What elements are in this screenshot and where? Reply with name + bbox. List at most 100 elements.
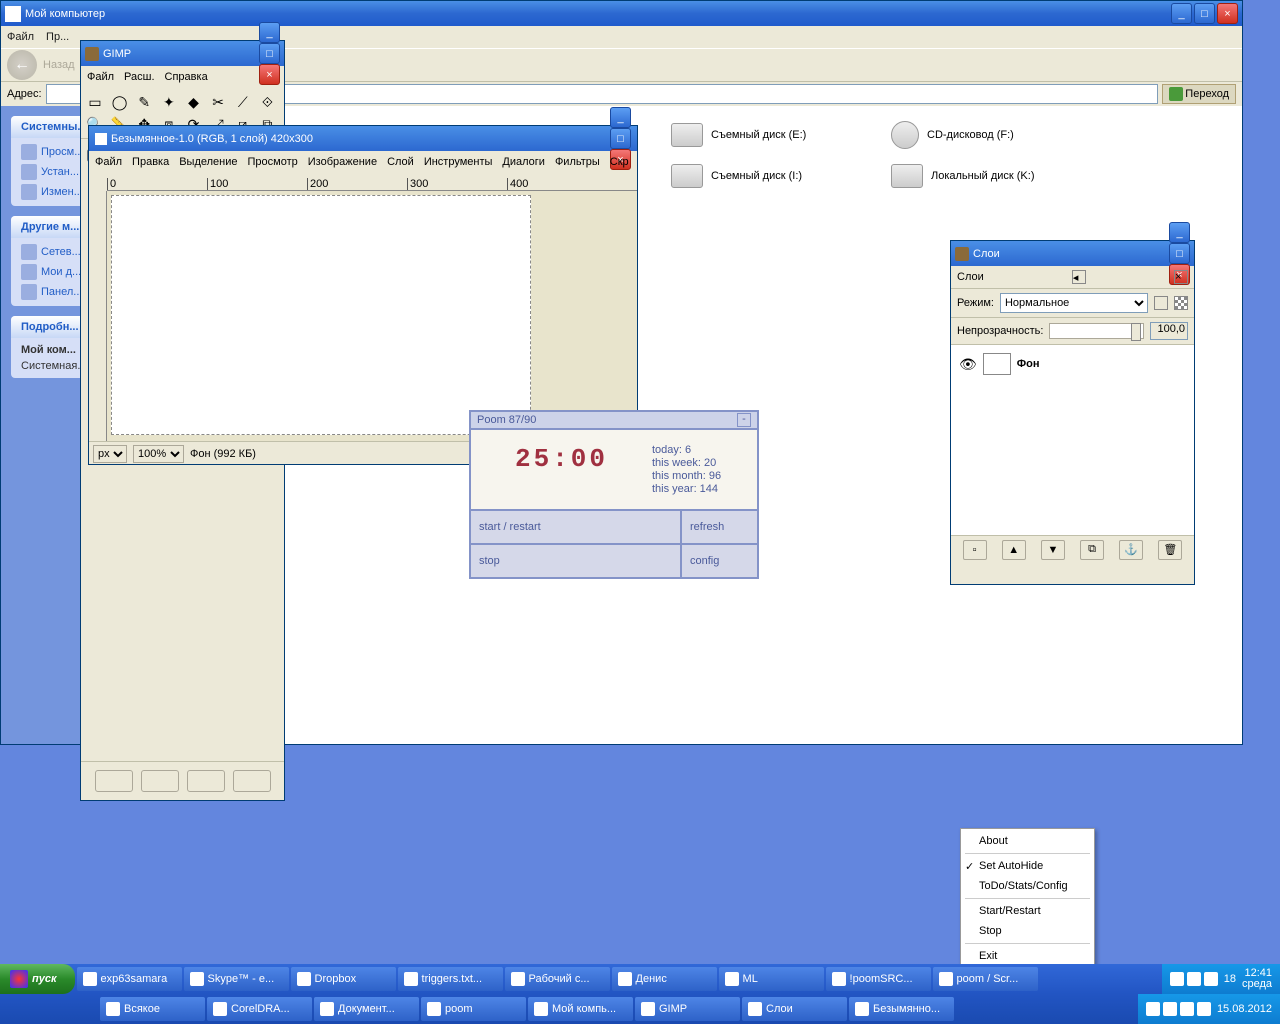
menu-script[interactable]: Скр [610, 156, 629, 168]
tray-icons[interactable] [1170, 972, 1218, 986]
menu-icon[interactable]: ◂ [1072, 270, 1086, 284]
back-button[interactable]: ← [7, 50, 37, 80]
blend-mode-select[interactable]: Нормальное [1000, 293, 1148, 313]
task-btn[interactable]: poom / Scr... [933, 967, 1038, 991]
lock-alpha-icon[interactable] [1154, 296, 1168, 310]
canvas-content[interactable] [111, 195, 531, 435]
task-btn[interactable]: Dropbox [291, 967, 396, 991]
task-btn[interactable]: GIMP [635, 997, 740, 1021]
task-btn[interactable]: Всякое [100, 997, 205, 1021]
duplicate-layer-icon[interactable]: ⧉ [1080, 540, 1104, 560]
minimize-button[interactable]: _ [259, 22, 280, 43]
lasso-icon[interactable]: ✎ [133, 91, 155, 113]
maximize-button[interactable]: □ [1194, 3, 1215, 24]
task-btn[interactable]: triggers.txt... [398, 967, 503, 991]
poom-titlebar[interactable]: Poom 87/90 - [471, 412, 757, 430]
config-button[interactable]: config [682, 545, 757, 577]
transparency-icon[interactable] [1174, 296, 1188, 310]
new-layer-icon[interactable]: ▫ [963, 540, 987, 560]
drive-item[interactable]: Съемный диск (I:) [671, 164, 871, 188]
tray-icons[interactable] [1146, 1002, 1211, 1016]
ellipse-select-icon[interactable]: ◯ [109, 91, 131, 113]
close-button[interactable]: × [259, 64, 280, 85]
menu-select[interactable]: Выделение [179, 156, 237, 168]
refresh-button[interactable]: refresh [682, 511, 757, 545]
foot-btn-3[interactable] [187, 770, 225, 792]
close-panel-icon[interactable]: × [1174, 270, 1188, 284]
menu-filters[interactable]: Фильтры [555, 156, 600, 168]
task-btn[interactable]: exp63samara [77, 967, 182, 991]
ctx-start-restart[interactable]: Start/Restart [961, 901, 1094, 921]
tray-icon[interactable] [1197, 1002, 1211, 1016]
gimp-titlebar[interactable]: GIMP _ □ × [81, 41, 284, 66]
start-button[interactable]: пуск [0, 964, 75, 994]
tray-icon[interactable] [1146, 1002, 1160, 1016]
minimize-icon[interactable]: - [737, 413, 751, 427]
magic-wand-icon[interactable]: ✦ [158, 91, 180, 113]
slider-thumb[interactable] [1131, 323, 1141, 341]
delete-layer-icon[interactable]: 🗑 [1158, 540, 1182, 560]
menu-more[interactable]: Пр... [46, 31, 69, 43]
foot-btn-2[interactable] [141, 770, 179, 792]
ctx-stop[interactable]: Stop [961, 921, 1094, 941]
opacity-slider[interactable] [1049, 323, 1144, 339]
tray-icon[interactable] [1163, 1002, 1177, 1016]
tray-icon[interactable] [1204, 972, 1218, 986]
canvas-area[interactable] [107, 191, 637, 441]
go-button[interactable]: Переход [1162, 84, 1236, 104]
foot-btn-1[interactable] [95, 770, 133, 792]
maximize-button[interactable]: □ [1169, 243, 1190, 264]
task-btn[interactable]: Безымянно... [849, 997, 954, 1021]
drive-item[interactable]: CD-дисковод (F:) [891, 121, 1091, 149]
task-btn[interactable]: Рабочий с... [505, 967, 610, 991]
minimize-button[interactable]: _ [610, 107, 631, 128]
menu-layer[interactable]: Слой [387, 156, 414, 168]
unit-select[interactable]: px [93, 445, 127, 463]
opacity-value[interactable]: 100,0 [1150, 322, 1188, 340]
scissors-icon[interactable]: ✂ [207, 91, 229, 113]
menu-view[interactable]: Просмотр [248, 156, 298, 168]
maximize-button[interactable]: □ [610, 128, 631, 149]
picker-icon[interactable]: ⟐ [256, 91, 278, 113]
task-btn[interactable]: Документ... [314, 997, 419, 1021]
drive-item[interactable]: Съемный диск (E:) [671, 121, 871, 149]
task-btn[interactable]: poom [421, 997, 526, 1021]
zoom-select[interactable]: 100% [133, 445, 184, 463]
ctx-about[interactable]: About [961, 831, 1094, 851]
visibility-icon[interactable]: 👁 [959, 356, 977, 373]
stop-button[interactable]: stop [471, 545, 682, 577]
task-btn[interactable]: CorelDRA... [207, 997, 312, 1021]
ctx-exit[interactable]: Exit [961, 946, 1094, 966]
tray-icon[interactable] [1187, 972, 1201, 986]
menu-edit[interactable]: Правка [132, 156, 169, 168]
lower-layer-icon[interactable]: ▼ [1041, 540, 1065, 560]
menu-tools[interactable]: Инструменты [424, 156, 493, 168]
menu-file[interactable]: Файл [95, 156, 122, 168]
menu-image[interactable]: Изображение [308, 156, 377, 168]
menu-file[interactable]: Файл [7, 31, 34, 43]
raise-layer-icon[interactable]: ▲ [1002, 540, 1026, 560]
tray-icon[interactable] [1180, 1002, 1194, 1016]
task-btn[interactable]: Skype™ - e... [184, 967, 289, 991]
explorer-titlebar[interactable]: Мой компьютер _ □ × [1, 1, 1242, 26]
tray-icon[interactable] [1170, 972, 1184, 986]
paths-icon[interactable]: ⟋ [232, 91, 254, 113]
rect-select-icon[interactable]: ▭ [84, 91, 106, 113]
menu-ext[interactable]: Расш. [124, 71, 154, 83]
drive-item[interactable]: Локальный диск (K:) [891, 164, 1091, 188]
task-btn[interactable]: ML [719, 967, 824, 991]
date[interactable]: 15.08.2012 [1217, 1004, 1272, 1015]
layers-titlebar[interactable]: Слои _ □ × [951, 241, 1194, 266]
menu-file[interactable]: Файл [87, 71, 114, 83]
task-btn[interactable]: !poomSRC... [826, 967, 931, 991]
ctx-todo-stats-config[interactable]: ToDo/Stats/Config [961, 876, 1094, 896]
start-restart-button[interactable]: start / restart [471, 511, 682, 545]
task-btn[interactable]: Слои [742, 997, 847, 1021]
minimize-button[interactable]: _ [1169, 222, 1190, 243]
ctx-set-autohide[interactable]: Set AutoHide [961, 856, 1094, 876]
layer-item[interactable]: 👁 Фон [955, 349, 1190, 379]
minimize-button[interactable]: _ [1171, 3, 1192, 24]
canvas-titlebar[interactable]: Безымянное-1.0 (RGB, 1 слой) 420x300 _ □… [89, 126, 637, 151]
close-button[interactable]: × [1217, 3, 1238, 24]
task-btn[interactable]: Мой компь... [528, 997, 633, 1021]
